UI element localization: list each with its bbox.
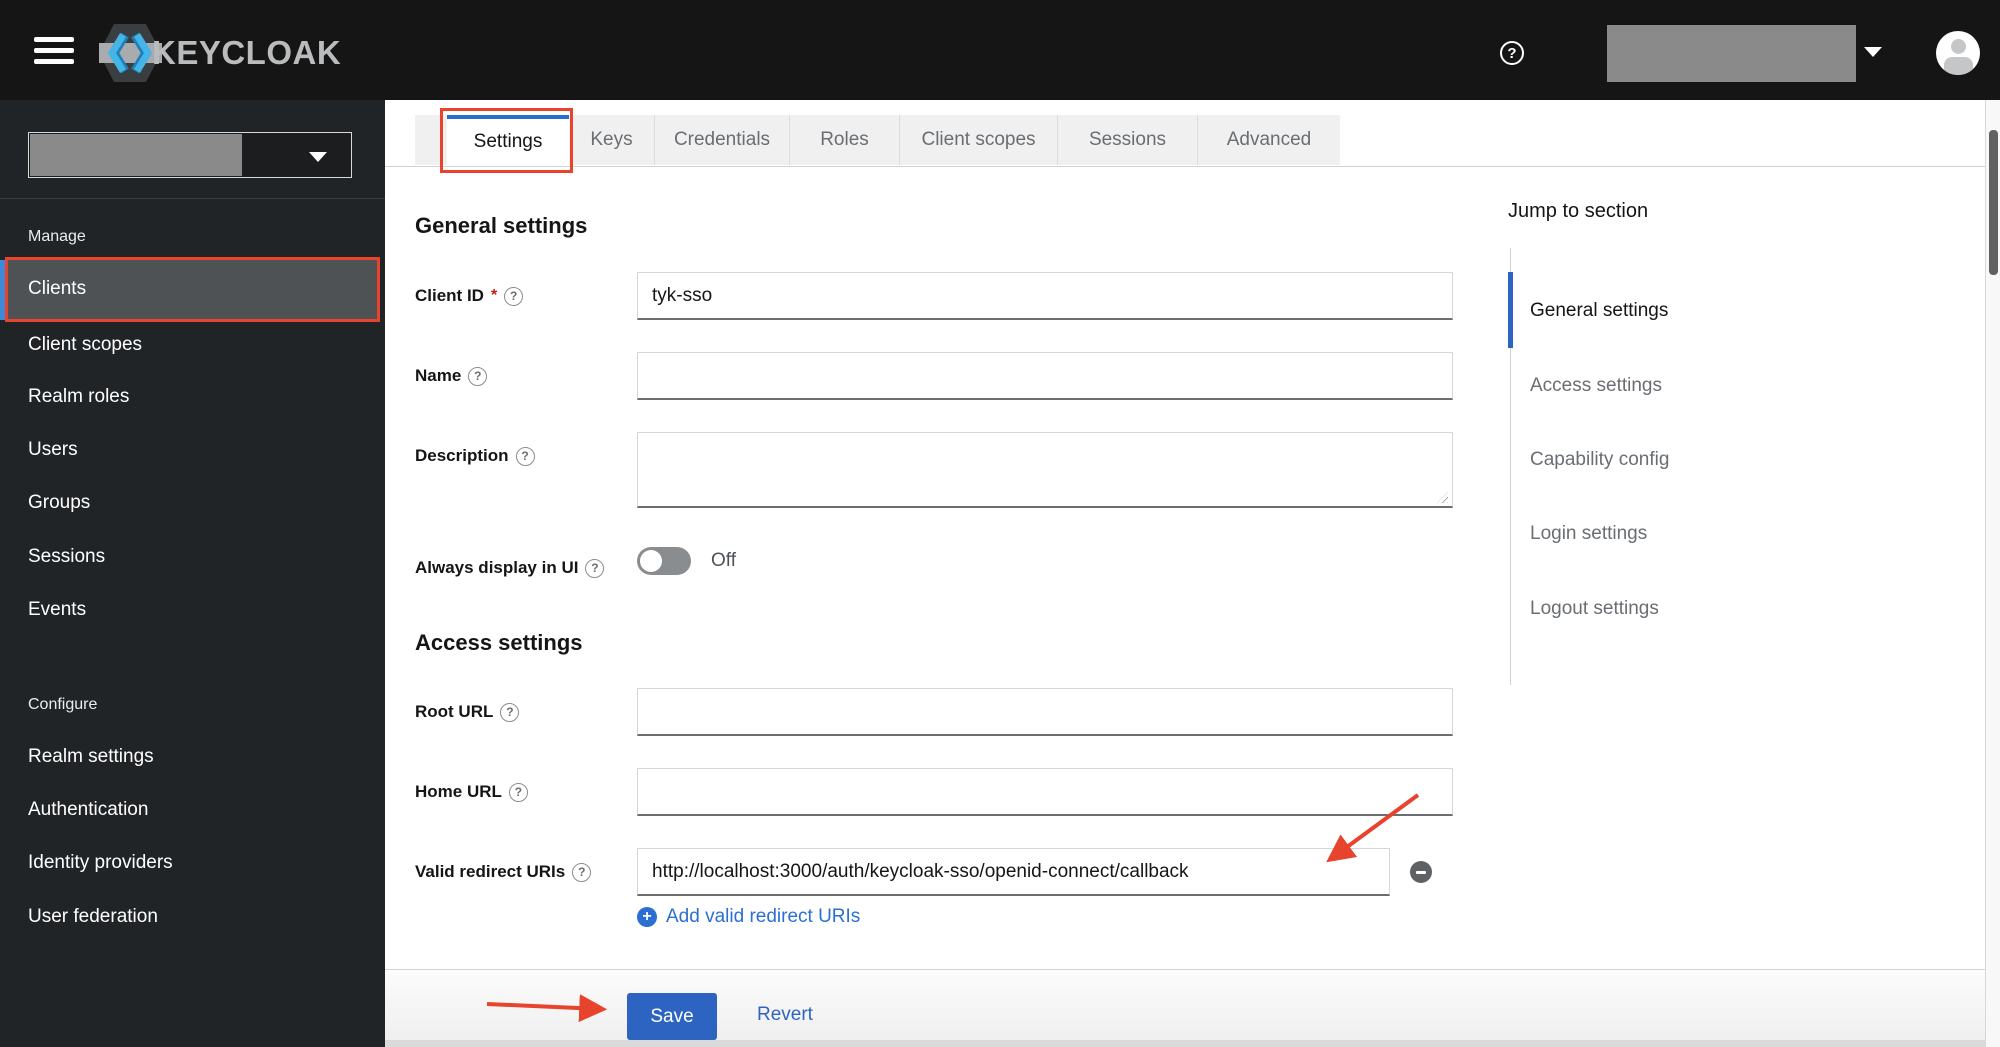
client-details-page: Settings Keys Credentials Roles Client s… [385, 100, 2000, 1047]
sidebar-divider [0, 198, 385, 199]
avatar[interactable] [1936, 31, 1980, 75]
remove-redirect-uri-button[interactable] [1410, 861, 1432, 883]
realm-selector[interactable] [28, 132, 352, 178]
sidebar-item-events[interactable]: Events [28, 595, 86, 625]
required-asterisk: * [490, 287, 498, 304]
home-url-label: Home URL [415, 777, 528, 807]
general-settings-heading: General settings [415, 213, 588, 239]
jump-link-general-settings[interactable]: General settings [1530, 298, 1668, 324]
help-icon[interactable] [1500, 41, 1524, 65]
avatar-head [1951, 39, 1966, 54]
plus-circle-icon [637, 907, 657, 927]
sidebar-item-groups[interactable]: Groups [28, 488, 90, 518]
sidebar: Manage Clients Client scopes Realm roles… [0, 100, 385, 1047]
sidebar-item-client-scopes[interactable]: Client scopes [28, 330, 142, 360]
access-settings-heading: Access settings [415, 630, 583, 656]
sidebar-item-authentication[interactable]: Authentication [28, 795, 148, 825]
save-button[interactable]: Save [627, 993, 717, 1040]
valid-redirect-uri-input[interactable] [637, 848, 1390, 896]
toggle-knob [640, 550, 662, 572]
root-url-help-icon[interactable] [500, 702, 520, 722]
form-action-bar: Save Revert [385, 969, 1985, 1041]
tab-client-scopes[interactable]: Client scopes [900, 115, 1058, 165]
home-url-input[interactable] [637, 768, 1453, 816]
hamburger-menu-icon[interactable] [34, 37, 74, 64]
tab-sessions[interactable]: Sessions [1058, 115, 1198, 165]
root-url-label-text: Root URL [415, 702, 494, 721]
root-url-label: Root URL [415, 697, 520, 727]
jump-to-section-title: Jump to section [1508, 200, 1649, 222]
valid-redirect-uris-label-text: Valid redirect URIs [415, 862, 566, 881]
always-display-help-icon[interactable] [585, 558, 605, 578]
name-input[interactable] [637, 352, 1453, 400]
sidebar-section-configure: Configure [28, 696, 98, 713]
tabs-underline [385, 166, 1985, 167]
avatar-body [1944, 57, 1973, 75]
realm-caret-down-icon [309, 152, 327, 162]
sidebar-item-realm-roles[interactable]: Realm roles [28, 382, 129, 412]
client-id-help-icon[interactable] [504, 286, 524, 306]
description-label: Description [415, 441, 535, 471]
add-redirect-uri-link[interactable]: Add valid redirect URIs [637, 906, 860, 928]
realm-name-redacted [30, 134, 242, 176]
name-label: Name [415, 361, 488, 391]
jump-link-access-settings[interactable]: Access settings [1530, 373, 1662, 399]
revert-link[interactable]: Revert [757, 1004, 813, 1026]
toggle-state-text: Off [711, 550, 736, 571]
valid-redirect-help-icon[interactable] [572, 862, 592, 882]
sidebar-item-realm-settings[interactable]: Realm settings [28, 742, 154, 772]
scrollbar-thumb[interactable] [1989, 130, 1998, 275]
always-display-label: Always display in UI [415, 553, 605, 583]
always-display-toggle[interactable] [637, 547, 691, 575]
bottom-edge-strip [385, 1040, 1985, 1047]
annotation-box-clients [5, 257, 380, 322]
description-textarea[interactable] [637, 432, 1453, 508]
home-url-help-icon[interactable] [508, 782, 528, 802]
keycloak-admin-console: KEYCLOAK Manage Clients Client scopes Re… [0, 0, 2000, 1047]
jump-link-capability-config[interactable]: Capability config [1530, 447, 1669, 473]
root-url-input[interactable] [637, 688, 1453, 736]
client-id-input[interactable] [637, 272, 1453, 320]
jump-link-logout-settings[interactable]: Logout settings [1530, 596, 1659, 622]
name-help-icon[interactable] [468, 366, 488, 386]
always-display-label-text: Always display in UI [415, 558, 579, 577]
minus-icon [1416, 870, 1426, 874]
valid-redirect-uris-label: Valid redirect URIs [415, 857, 592, 887]
client-id-label-text: Client ID [415, 286, 484, 305]
jump-active-indicator [1508, 272, 1513, 348]
sidebar-item-sessions[interactable]: Sessions [28, 542, 105, 572]
tab-advanced[interactable]: Advanced [1198, 115, 1340, 165]
tab-credentials[interactable]: Credentials [655, 115, 790, 165]
sidebar-item-users[interactable]: Users [28, 435, 78, 465]
client-id-label: Client ID * [415, 281, 524, 311]
sidebar-item-identity-providers[interactable]: Identity providers [28, 848, 173, 878]
sidebar-section-manage: Manage [28, 228, 86, 245]
masthead: KEYCLOAK [0, 0, 2000, 100]
home-url-label-text: Home URL [415, 782, 502, 801]
keycloak-logo: KEYCLOAK [98, 22, 341, 84]
jump-link-login-settings[interactable]: Login settings [1530, 521, 1647, 547]
tab-keys[interactable]: Keys [569, 115, 655, 165]
tab-roles[interactable]: Roles [790, 115, 900, 165]
annotation-box-settings-tab [440, 108, 573, 173]
name-label-text: Name [415, 366, 462, 385]
user-caret-down-icon[interactable] [1864, 47, 1882, 57]
current-user-redacted[interactable] [1607, 25, 1856, 82]
scrollbar-track[interactable] [1985, 100, 2000, 1047]
description-help-icon[interactable] [515, 446, 535, 466]
sidebar-item-user-federation[interactable]: User federation [28, 902, 158, 932]
add-redirect-uri-label: Add valid redirect URIs [666, 906, 861, 927]
brand-text: KEYCLOAK [152, 34, 342, 71]
description-label-text: Description [415, 446, 509, 465]
